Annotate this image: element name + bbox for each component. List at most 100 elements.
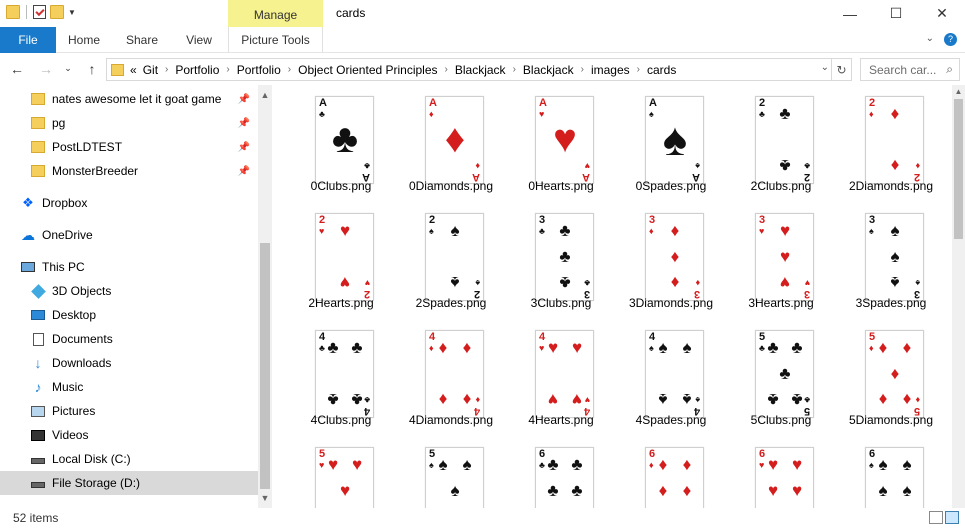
close-button[interactable]: ✕	[919, 0, 965, 27]
address-dropdown-icon[interactable]: ⌄	[821, 62, 829, 73]
file-item[interactable]: 5♠♠♠♠♠♠5♠	[396, 436, 506, 508]
scroll-thumb[interactable]	[260, 243, 270, 489]
breadcrumb-portfolio-2[interactable]: Portfolio	[237, 63, 281, 77]
folder-icon[interactable]	[6, 5, 20, 19]
nav-item-quick-access[interactable]: nates awesome let it goat game 📌	[0, 87, 258, 111]
pin-icon[interactable]: 📌	[238, 118, 250, 129]
breadcrumb-git[interactable]: Git	[143, 63, 158, 77]
nav-item-downloads[interactable]: ↓ Downloads	[0, 351, 258, 375]
pin-icon[interactable]: 📌	[238, 142, 250, 153]
file-item[interactable]: 2 ♠ ♠ ♠ 2 ♠ 2Spades.png	[396, 202, 506, 319]
recent-locations-icon[interactable]: ⌄	[60, 63, 76, 74]
card-thumbnail: 6♦♦♦♦♦♦♦6♦	[645, 447, 704, 508]
chevron-right-icon[interactable]: ›	[226, 64, 229, 75]
scroll-up-icon[interactable]: ▲	[258, 87, 272, 103]
hearts-pip-icon: ♥	[791, 455, 803, 474]
nav-scrollbar[interactable]: ▲ ▼	[258, 85, 272, 508]
up-icon[interactable]: ↑	[84, 61, 100, 77]
nav-item-quick-access[interactable]: pg 📌	[0, 111, 258, 135]
manage-tab[interactable]: Manage	[228, 0, 323, 28]
card-thumbnail: 2 ♣ ♣ ♣ 2 ♣	[755, 96, 814, 184]
card-thumbnail: 6♣♣♣♣♣♣♣6♣	[535, 447, 594, 508]
nav-item-pictures[interactable]: Pictures	[0, 399, 258, 423]
new-folder-icon[interactable]	[50, 5, 64, 19]
pin-icon[interactable]: 📌	[238, 94, 250, 105]
scroll-down-icon[interactable]: ▼	[258, 490, 272, 506]
breadcrumb-overflow[interactable]: «	[130, 63, 137, 77]
breadcrumb-blackjack[interactable]: Blackjack	[455, 63, 506, 77]
nav-item-dropbox[interactable]: ❖ Dropbox	[0, 191, 258, 215]
file-item[interactable]: A ♥ ♥ A ♥ 0Hearts.png	[506, 85, 616, 202]
nav-item-desktop[interactable]: Desktop	[0, 303, 258, 327]
tab-file[interactable]: File	[0, 27, 56, 53]
breadcrumb-blackjack-2[interactable]: Blackjack	[523, 63, 574, 77]
expand-ribbon-icon[interactable]: ⌄	[926, 33, 934, 46]
breadcrumb-cards[interactable]: cards	[647, 63, 676, 77]
file-item[interactable]: 2 ♥ ♥ ♥ 2 ♥ 2Hearts.png	[286, 202, 396, 319]
address-bar[interactable]: « Git › Portfolio › Portfolio › Object O…	[106, 58, 832, 81]
file-item[interactable]: 4 ♦ ♦ ♦ ♦ ♦ 4 ♦ 4Diamonds.png	[396, 319, 506, 436]
nav-item-quick-access[interactable]: MonsterBreeder 📌	[0, 159, 258, 183]
chevron-right-icon[interactable]: ›	[581, 64, 584, 75]
clubs-pip-icon: ♣	[791, 338, 803, 357]
maximize-button[interactable]: ☐	[873, 0, 919, 27]
tab-share[interactable]: Share	[118, 27, 166, 53]
file-item[interactable]: 4 ♣ ♣ ♣ ♣ ♣ 4 ♣ 4Clubs.png	[286, 319, 396, 436]
file-item[interactable]: 5♥♥♥♥♥♥5♥	[286, 436, 396, 508]
file-item[interactable]: 6♠♠♠♠♠♠♠6♠	[836, 436, 946, 508]
tab-picture-tools[interactable]: Picture Tools	[228, 27, 323, 53]
details-view-icon[interactable]	[929, 511, 943, 524]
help-icon[interactable]: ?	[944, 33, 957, 46]
file-item[interactable]: A ♠ ♠ A ♠ 0Spades.png	[616, 85, 726, 202]
file-item[interactable]: 6♥♥♥♥♥♥♥6♥	[726, 436, 836, 508]
file-item[interactable]: 2 ♦ ♦ ♦ 2 ♦ 2Diamonds.png	[836, 85, 946, 202]
scroll-thumb[interactable]	[954, 99, 963, 239]
refresh-button[interactable]: ↻	[832, 58, 852, 81]
large-icons-view-icon[interactable]	[945, 511, 959, 524]
nav-item-disk[interactable]: Local Disk (C:)	[0, 447, 258, 471]
file-item[interactable]: 6♣♣♣♣♣♣♣6♣	[506, 436, 616, 508]
file-item[interactable]: 5 ♣ ♣ ♣ ♣ ♣ ♣ 5 ♣ 5Clubs.png	[726, 319, 836, 436]
file-item[interactable]: 3 ♦ ♦ ♦ ♦ 3 ♦ 3Diamonds.png	[616, 202, 726, 319]
nav-item-quick-access[interactable]: PostLDTEST 📌	[0, 135, 258, 159]
search-input[interactable]: Search car... ⌕	[860, 58, 960, 81]
chevron-right-icon[interactable]: ›	[288, 64, 291, 75]
file-item[interactable]: 4 ♠ ♠ ♠ ♠ ♠ 4 ♠ 4Spades.png	[616, 319, 726, 436]
file-item[interactable]: 2 ♣ ♣ ♣ 2 ♣ 2Clubs.png	[726, 85, 836, 202]
file-item[interactable]: 3 ♠ ♠ ♠ ♠ 3 ♠ 3Spades.png	[836, 202, 946, 319]
breadcrumb-oop[interactable]: Object Oriented Principles	[298, 63, 437, 77]
customize-toolbar-icon[interactable]: ▼	[68, 8, 76, 17]
chevron-right-icon[interactable]: ›	[445, 64, 448, 75]
breadcrumb-images[interactable]: images	[591, 63, 630, 77]
file-item[interactable]: A ♣ ♣ A ♣ 0Clubs.png	[286, 85, 396, 202]
minimize-button[interactable]: —	[827, 0, 873, 27]
content-scrollbar[interactable]: ▲	[952, 85, 965, 508]
clubs-pip-icon: ♣	[327, 338, 339, 357]
clubs-pip-icon: ♣	[779, 156, 791, 175]
nav-item-cube[interactable]: 3D Objects	[0, 279, 258, 303]
file-item[interactable]: A ♦ ♦ A ♦ 0Diamonds.png	[396, 85, 506, 202]
forward-icon[interactable]: →	[38, 61, 54, 77]
nav-item-music[interactable]: ♪ Music	[0, 375, 258, 399]
file-item[interactable]: 5 ♦ ♦ ♦ ♦ ♦ ♦ 5 ♦ 5Diamonds.png	[836, 319, 946, 436]
nav-item-videos[interactable]: Videos	[0, 423, 258, 447]
file-item[interactable]: 3 ♥ ♥ ♥ ♥ 3 ♥ 3Hearts.png	[726, 202, 836, 319]
file-item[interactable]: 3 ♣ ♣ ♣ ♣ 3 ♣ 3Clubs.png	[506, 202, 616, 319]
tab-view[interactable]: View	[175, 27, 223, 53]
back-icon[interactable]: ←	[9, 61, 25, 77]
pin-icon[interactable]: 📌	[238, 166, 250, 177]
nav-item-onedrive[interactable]: ☁ OneDrive	[0, 223, 258, 247]
scroll-up-icon[interactable]: ▲	[952, 85, 965, 99]
nav-item-documents[interactable]: Documents	[0, 327, 258, 351]
tab-home[interactable]: Home	[60, 27, 108, 53]
nav-item-disk[interactable]: File Storage (D:)	[0, 471, 258, 495]
chevron-right-icon[interactable]: ›	[513, 64, 516, 75]
chevron-right-icon[interactable]: ›	[165, 64, 168, 75]
breadcrumb-portfolio[interactable]: Portfolio	[175, 63, 219, 77]
file-item[interactable]: 4 ♥ ♥ ♥ ♥ ♥ 4 ♥ 4Hearts.png	[506, 319, 616, 436]
file-item[interactable]: 6♦♦♦♦♦♦♦6♦	[616, 436, 726, 508]
chevron-right-icon[interactable]: ›	[637, 64, 640, 75]
properties-icon[interactable]	[33, 5, 46, 19]
nav-item-this-pc[interactable]: This PC	[0, 255, 258, 279]
diamonds-pip-icon: ♦	[438, 390, 448, 409]
